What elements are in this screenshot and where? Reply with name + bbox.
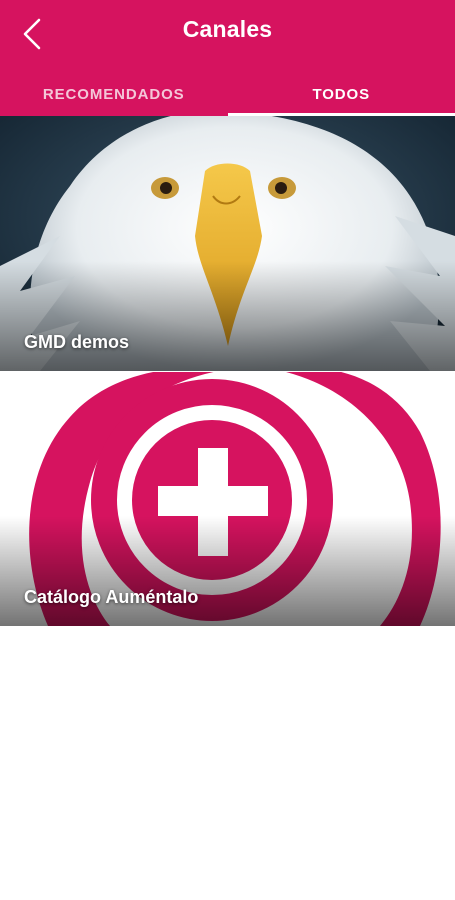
label-shade [0, 516, 455, 626]
tab-bar: RECOMENDADOS TODOS [0, 72, 455, 116]
channel-name: GMD demos [24, 332, 130, 352]
tab-recomendados[interactable]: RECOMENDADOS [0, 72, 228, 116]
app-bar: Canales RECOMENDADOS TODOS [0, 0, 455, 116]
channel-name: Catálogo Auméntalo [24, 587, 199, 607]
label-shade [0, 261, 455, 371]
tab-todos[interactable]: TODOS [227, 72, 455, 116]
page-title: Canales [182, 16, 273, 42]
channel-card-catalogo-aumentalo[interactable]: Catálogo Auméntalo [0, 372, 455, 626]
channel-card-gmd-demos[interactable]: GMD demos [0, 116, 455, 371]
